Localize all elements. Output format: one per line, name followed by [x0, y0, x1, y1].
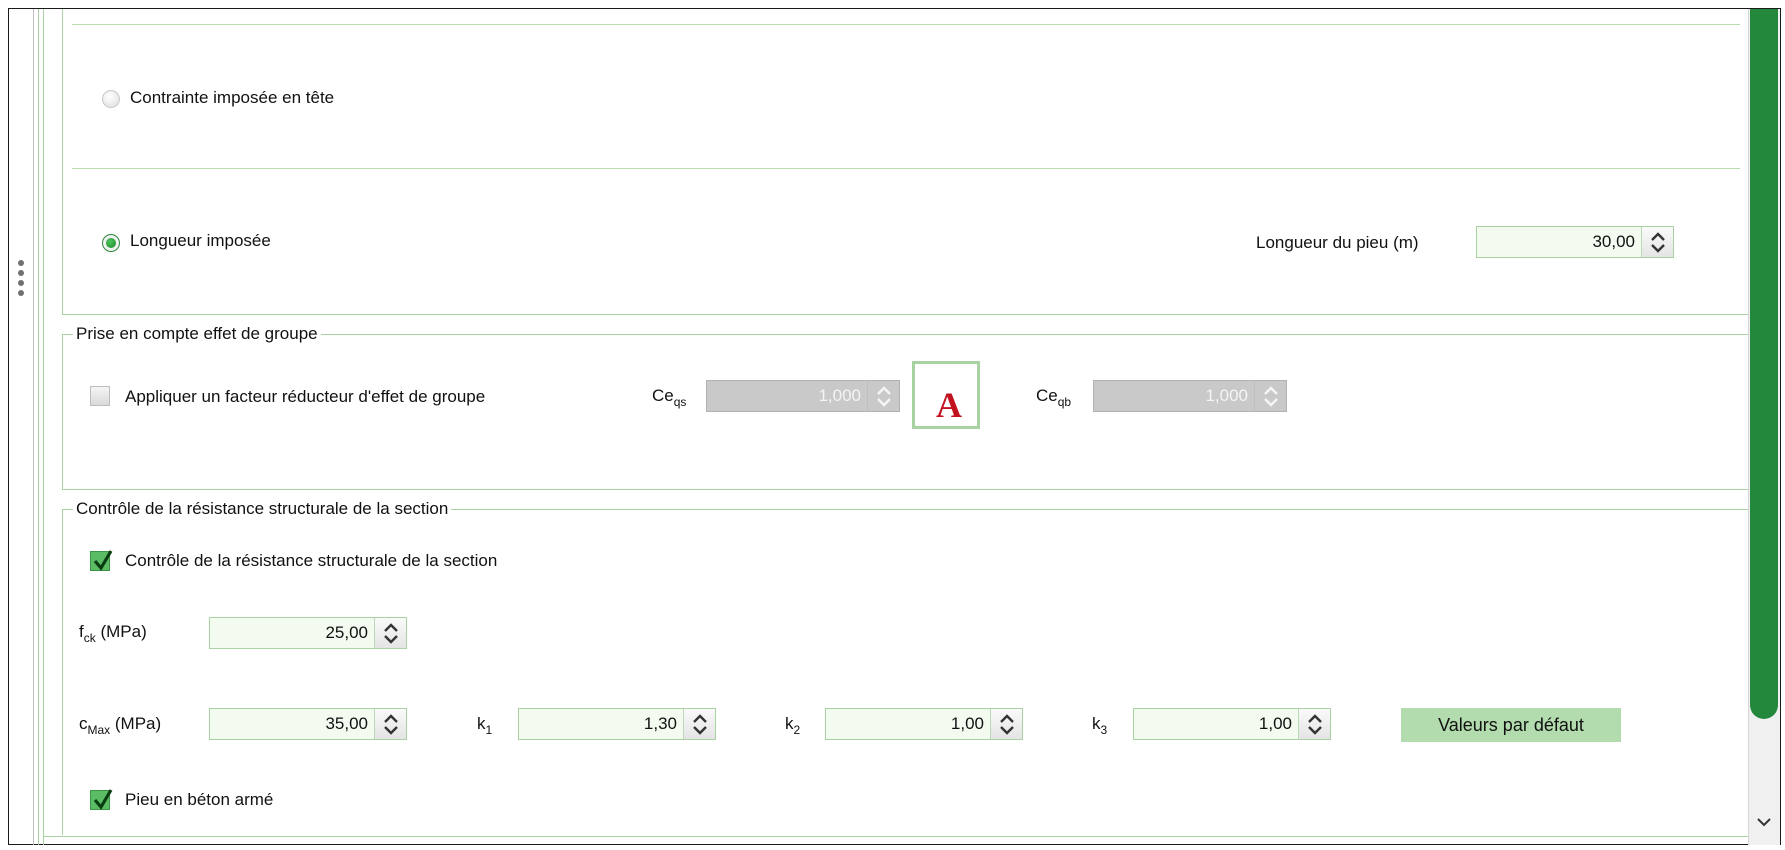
pile-length-label: Longueur du pieu (m) [1256, 233, 1419, 252]
letter-a-icon: A [936, 385, 962, 425]
mode-panel [62, 9, 1749, 315]
apply-group-factor-label: Appliquer un facteur réducteur d'effet d… [125, 387, 486, 406]
left-border-line-inner [38, 9, 39, 845]
head-stress-label: Contrainte imposée en tête [130, 88, 335, 107]
updown-arrows-icon[interactable] [990, 709, 1022, 739]
ce-qb-label: Ceqb [1036, 386, 1072, 409]
fck-value[interactable]: 25,00 [325, 618, 368, 648]
scroll-down-arrow-icon[interactable] [1753, 811, 1775, 833]
scrollbar-thumb[interactable] [1750, 9, 1778, 719]
divider-middle [72, 168, 1740, 169]
imposed-length-label: Longueur imposée [130, 231, 271, 250]
k3-stepper[interactable]: 1,00 [1133, 708, 1331, 740]
left-border-line-inner2 [43, 9, 44, 845]
fck-stepper[interactable]: 25,00 [209, 617, 407, 649]
apply-group-factor-checkbox[interactable] [90, 386, 110, 406]
splitter-handle[interactable] [17, 260, 25, 310]
updown-arrows-icon[interactable] [374, 709, 406, 739]
structural-legend: Contrôle de la résistance structurale de… [73, 499, 452, 519]
k2-value[interactable]: 1,00 [951, 709, 984, 739]
svg-text:A: A [936, 385, 962, 425]
group-effect-legend: Prise en compte effet de groupe [73, 324, 321, 344]
head-stress-radio[interactable] [102, 90, 120, 108]
updown-arrows-icon[interactable] [683, 709, 715, 739]
k1-value[interactable]: 1,30 [644, 709, 677, 739]
updown-arrows-icon[interactable] [1298, 709, 1330, 739]
divider-top [72, 24, 1740, 25]
vertical-scrollbar[interactable] [1748, 9, 1780, 845]
cmax-label: cMax (MPa) [79, 714, 162, 737]
k3-label: k3 [1092, 714, 1108, 737]
bottom-border-line [43, 836, 1750, 837]
checkmark-icon [93, 789, 113, 810]
fck-label: fck (MPa) [79, 622, 147, 645]
updown-arrows-icon[interactable] [867, 381, 899, 411]
cmax-stepper[interactable]: 35,00 [209, 708, 407, 740]
font-style-button[interactable]: A [912, 361, 980, 429]
k3-value[interactable]: 1,00 [1259, 709, 1292, 739]
ce-qs-stepper[interactable]: 1,000 [706, 380, 900, 412]
k2-stepper[interactable]: 1,00 [825, 708, 1023, 740]
structural-control-label: Contrôle de la résistance structurale de… [125, 551, 498, 570]
pile-length-stepper[interactable]: 30,00 [1476, 226, 1674, 258]
reinforced-concrete-checkbox[interactable] [90, 789, 113, 810]
structural-control-checkbox[interactable] [90, 550, 113, 571]
default-values-button[interactable]: Valeurs par défaut [1401, 708, 1621, 742]
cmax-value[interactable]: 35,00 [325, 709, 368, 739]
pile-length-value[interactable]: 30,00 [1592, 227, 1635, 257]
updown-arrows-icon[interactable] [374, 618, 406, 648]
imposed-length-radio[interactable] [102, 234, 120, 252]
checkmark-icon [93, 550, 113, 571]
ce-qb-stepper[interactable]: 1,000 [1093, 380, 1287, 412]
k1-label: k1 [477, 714, 493, 737]
k2-label: k2 [785, 714, 801, 737]
k1-stepper[interactable]: 1,30 [518, 708, 716, 740]
ce-qb-value[interactable]: 1,000 [1205, 381, 1248, 411]
left-border-line [33, 9, 34, 845]
updown-arrows-icon[interactable] [1254, 381, 1286, 411]
updown-arrows-icon[interactable] [1641, 227, 1673, 257]
ce-qs-value[interactable]: 1,000 [818, 381, 861, 411]
group-effect-groupbox [62, 334, 1749, 490]
reinforced-concrete-label: Pieu en béton armé [125, 790, 274, 809]
ce-qs-label: Ceqs [652, 386, 687, 409]
